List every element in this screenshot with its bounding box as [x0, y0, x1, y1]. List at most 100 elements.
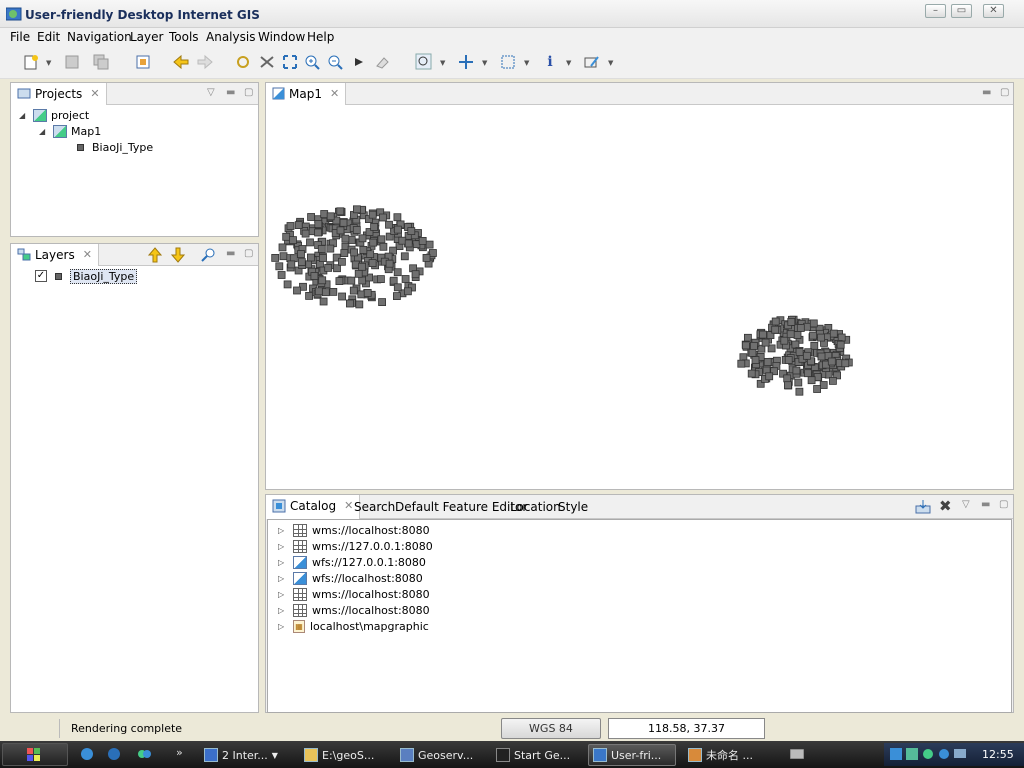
map-feature-point[interactable]: [765, 372, 774, 381]
map-feature-point[interactable]: [428, 249, 437, 257]
map-feature-point[interactable]: [784, 356, 793, 364]
map-feature-point[interactable]: [817, 352, 826, 361]
map-canvas[interactable]: [266, 105, 1013, 489]
save-all-icon[interactable]: [92, 53, 110, 71]
map-feature-point[interactable]: [737, 359, 746, 368]
tray-security-icon[interactable]: [922, 748, 934, 760]
pan-icon[interactable]: [457, 53, 475, 71]
catalog-item[interactable]: ▷ ▦ localhost\mapgraphic: [278, 618, 429, 634]
map-feature-point[interactable]: [829, 376, 837, 385]
expand-icon[interactable]: ▷: [278, 590, 288, 599]
quicklaunch-more-icon[interactable]: »: [176, 746, 183, 759]
map-feature-point[interactable]: [407, 227, 416, 235]
maximize-view-icon[interactable]: ▢: [244, 248, 253, 259]
expand-icon[interactable]: ▷: [278, 622, 288, 631]
map-feature-point[interactable]: [286, 222, 295, 230]
map-feature-point[interactable]: [827, 357, 836, 366]
tree-item-map[interactable]: ◢ Map1: [39, 123, 101, 139]
task-user-friendly-gis[interactable]: User-fri...: [588, 744, 676, 766]
map-feature-point[interactable]: [841, 359, 850, 368]
map-feature-point[interactable]: [370, 223, 378, 231]
map-feature-point[interactable]: [810, 341, 819, 350]
zoom-extent-icon[interactable]: [281, 53, 299, 71]
map-feature-point[interactable]: [763, 357, 772, 366]
menu-navigation[interactable]: Navigation: [67, 30, 132, 44]
map-feature-point[interactable]: [807, 376, 816, 385]
tray-network-icon[interactable]: [890, 748, 902, 760]
map-feature-point[interactable]: [314, 287, 323, 296]
map-feature-point[interactable]: [287, 260, 296, 269]
save-icon[interactable]: [63, 53, 81, 71]
map-feature-point[interactable]: [400, 252, 409, 261]
map-feature-point[interactable]: [411, 270, 420, 279]
map-feature-point[interactable]: [293, 286, 301, 295]
tab-style[interactable]: Style: [558, 500, 588, 514]
map-feature-point[interactable]: [368, 259, 377, 268]
collapse-icon[interactable]: ◢: [39, 127, 49, 136]
map-feature-point[interactable]: [771, 317, 780, 326]
quicklaunch-ie-icon[interactable]: [80, 747, 94, 761]
map-feature-point[interactable]: [318, 276, 327, 285]
minimize-view-icon[interactable]: ▬: [981, 499, 990, 510]
map-feature-point[interactable]: [282, 232, 291, 241]
map-feature-point[interactable]: [278, 243, 287, 252]
tab-projects[interactable]: Projects ✕: [11, 83, 107, 105]
map-feature-point[interactable]: [339, 218, 348, 227]
next-icon[interactable]: [350, 53, 368, 71]
menu-file[interactable]: File: [10, 30, 30, 44]
start-button[interactable]: [2, 743, 68, 766]
map-feature-point[interactable]: [749, 341, 758, 350]
map-feature-point[interactable]: [324, 263, 333, 272]
map-feature-point[interactable]: [335, 277, 344, 286]
minimize-view-icon[interactable]: ▬: [226, 248, 235, 259]
map-feature-point[interactable]: [289, 236, 297, 245]
tab-search[interactable]: Search: [354, 500, 395, 514]
menu-layer[interactable]: Layer: [130, 30, 163, 44]
coordinates-field[interactable]: 118.58, 37.37: [608, 718, 765, 739]
close-button[interactable]: ✕: [983, 4, 1004, 18]
map-feature-point[interactable]: [305, 291, 313, 300]
task-untitled-paint[interactable]: 未命名 ...: [684, 744, 757, 766]
close-icon[interactable]: ✕: [330, 87, 339, 100]
expand-icon[interactable]: ▷: [278, 574, 288, 583]
remove-icon[interactable]: ✖: [939, 497, 952, 515]
map-feature-point[interactable]: [385, 220, 393, 229]
tray-app-icon[interactable]: [906, 748, 918, 760]
map-feature-point[interactable]: [795, 387, 804, 396]
map-feature-point[interactable]: [819, 381, 828, 389]
map-feature-point[interactable]: [352, 226, 361, 234]
map-feature-point[interactable]: [747, 369, 756, 378]
tab-layers[interactable]: Layers ✕: [11, 244, 99, 266]
map-feature-point[interactable]: [401, 275, 410, 283]
map-feature-point[interactable]: [294, 221, 303, 229]
tab-location[interactable]: Location: [510, 500, 561, 514]
import-icon[interactable]: [915, 499, 931, 515]
map-feature-point[interactable]: [393, 268, 402, 277]
map-feature-point[interactable]: [398, 236, 407, 245]
edit-tools-icon[interactable]: [583, 53, 601, 71]
map-feature-point[interactable]: [793, 331, 802, 339]
map-feature-point[interactable]: [771, 325, 780, 334]
map-feature-point[interactable]: [347, 276, 356, 285]
quicklaunch-messenger-icon[interactable]: [137, 747, 151, 761]
map-feature-point[interactable]: [418, 236, 427, 245]
map-feature-point[interactable]: [340, 249, 349, 258]
map-feature-point[interactable]: [358, 276, 367, 285]
layer-name-label[interactable]: BiaoJi_Type: [70, 268, 138, 284]
map-feature-point[interactable]: [314, 220, 323, 228]
map-feature-point[interactable]: [784, 381, 792, 390]
task-explorer-geoserver[interactable]: E:\geoS...: [300, 744, 378, 766]
map-feature-point[interactable]: [359, 245, 368, 254]
map-feature-point[interactable]: [761, 338, 770, 347]
eraser-icon[interactable]: [373, 53, 391, 71]
map-feature-point[interactable]: [796, 324, 805, 332]
menu-edit[interactable]: Edit: [37, 30, 60, 44]
map-feature-point[interactable]: [338, 257, 346, 266]
new-icon[interactable]: [22, 53, 40, 71]
map-feature-point[interactable]: [741, 341, 750, 350]
maximize-view-icon[interactable]: ▢: [1000, 87, 1009, 98]
map-feature-point[interactable]: [358, 262, 366, 271]
map-feature-point[interactable]: [336, 226, 345, 235]
view-menu-icon[interactable]: ▽: [962, 499, 970, 510]
map-feature-point[interactable]: [271, 253, 280, 262]
